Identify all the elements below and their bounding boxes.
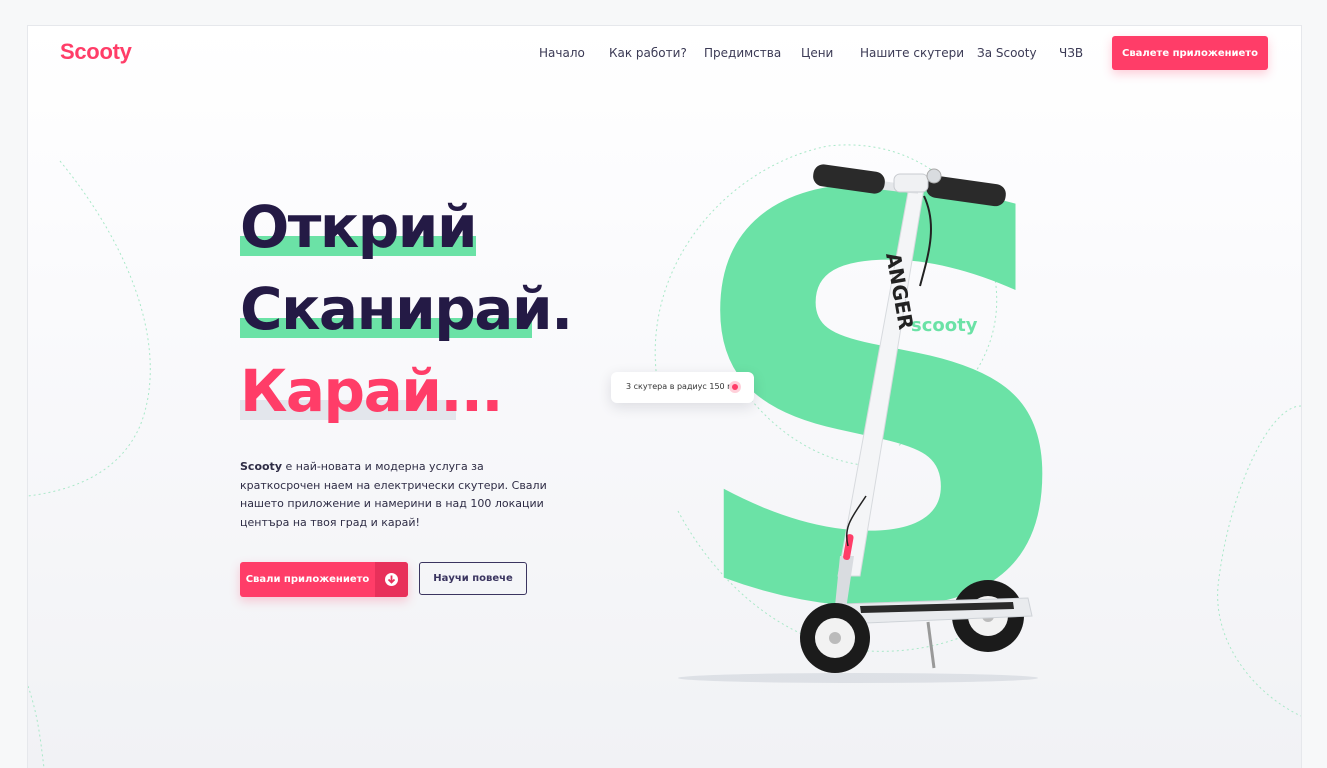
download-app-nav-button[interactable]: Свалете приложението (1112, 36, 1268, 70)
electric-scooter-image: ANGER (678, 164, 1038, 683)
nearby-scooters-tooltip: 3 скутера в радиус 150 m (611, 372, 754, 403)
nav-item-home[interactable]: Начало (539, 46, 585, 60)
download-icon (375, 562, 408, 597)
description-text: е най-новата и модерна услуга за краткос… (240, 460, 547, 529)
download-app-button[interactable]: Свали приложението (240, 562, 408, 597)
headline-text-discover: Открий (240, 193, 478, 261)
nav-item-about[interactable]: За Scooty (977, 46, 1037, 60)
nav-item-our-scooters[interactable]: Нашите скутери (860, 46, 964, 60)
headline-line-1: Открий (240, 186, 572, 268)
nav-item-advantages[interactable]: Предимства (704, 46, 781, 60)
page-frame: Scooty Начало Как работи? Предимства Цен… (27, 25, 1302, 768)
nav-item-prices[interactable]: Цени (801, 46, 833, 60)
hero-headline: Открий Сканирай. Карай... (240, 186, 573, 432)
top-navbar: Scooty Начало Как работи? Предимства Цен… (28, 26, 1301, 84)
headline-text-ride: Карай... (240, 357, 503, 425)
scooty-logo[interactable]: Scooty (60, 39, 132, 65)
location-pin-icon (729, 381, 741, 393)
headline-line-2: Сканирай. (240, 268, 573, 350)
hero-description: Scooty е най-новата и модерна услуга за … (240, 458, 560, 532)
description-brand: Scooty (240, 460, 282, 473)
nav-item-faq[interactable]: ЧЗВ (1059, 46, 1083, 60)
headline-text-scan: Сканирай. (240, 275, 573, 343)
download-app-label: Свали приложението (245, 574, 370, 585)
nearby-scooters-text: 3 скутера в радиус 150 m (626, 382, 735, 391)
nav-item-how-it-works[interactable]: Как работи? (609, 46, 687, 60)
learn-more-button[interactable]: Научи повече (419, 562, 527, 595)
headline-line-3: Карай... (240, 350, 572, 432)
